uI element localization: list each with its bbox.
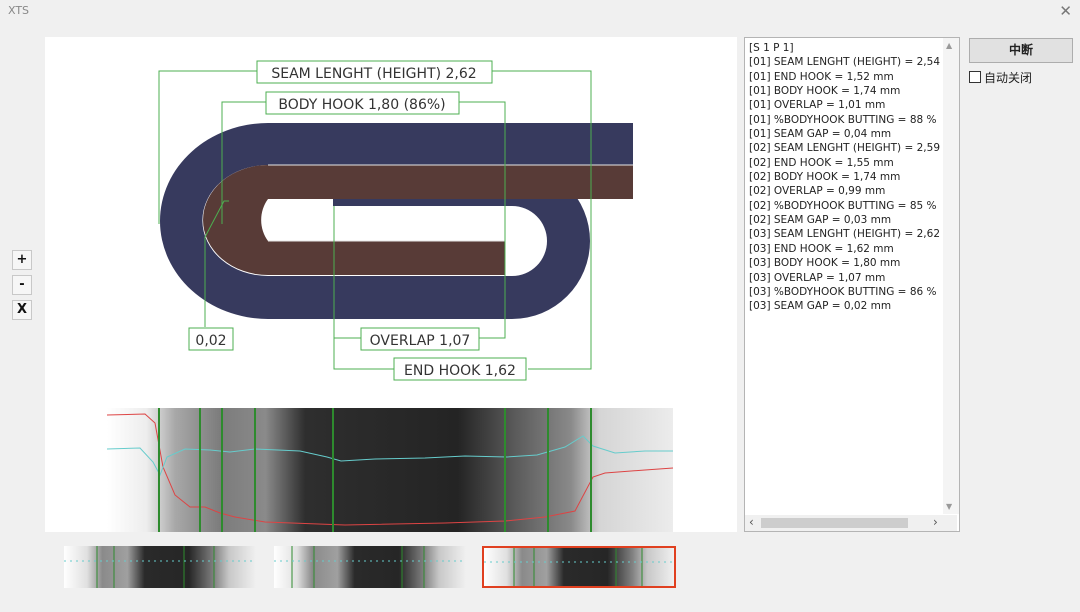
log-line: [02] END HOOK = 1,55 mm xyxy=(749,156,894,169)
scroll-right-icon[interactable]: › xyxy=(933,515,938,529)
log-horizontal-scrollbar[interactable]: ‹ › xyxy=(745,515,957,531)
measurement-log-text: [S 1 P 1] [01] SEAM LENGHT (HEIGHT) = 2,5… xyxy=(749,41,941,513)
log-line: [02] %BODYHOOK BUTTING = 85 % xyxy=(749,199,937,212)
scroll-down-icon[interactable]: ▼ xyxy=(946,502,952,511)
measurement-log[interactable]: [S 1 P 1] [01] SEAM LENGHT (HEIGHT) = 2,5… xyxy=(744,37,960,532)
reset-zoom-button[interactable]: X xyxy=(12,300,32,320)
log-line: [03] BODY HOOK = 1,80 mm xyxy=(749,257,901,270)
log-line: [01] SEAM GAP = 0,04 mm xyxy=(749,128,892,141)
auto-close-label: 自动关闭 xyxy=(984,71,1033,85)
seam-cross-section-diagram: SEAM LENGHT (HEIGHT) 2,62 BODY HOOK 1,80… xyxy=(106,60,674,532)
svg-text:BODY HOOK 1,80 (86%): BODY HOOK 1,80 (86%) xyxy=(278,97,445,113)
log-line: [01] BODY HOOK = 1,74 mm xyxy=(749,85,901,98)
thumbnail-1[interactable] xyxy=(64,546,256,588)
horizontal-scroll-thumb[interactable] xyxy=(761,518,908,528)
label-body-hook: BODY HOOK 1,80 (86%) xyxy=(265,91,460,115)
thumbnail-scan-image xyxy=(484,548,674,586)
window-title: XTS xyxy=(8,4,30,17)
scroll-up-icon[interactable]: ▲ xyxy=(946,41,952,50)
auto-close-checkbox[interactable]: 自动关闭 xyxy=(969,69,1032,86)
thumbnail-scan-image xyxy=(64,546,256,588)
zoom-out-button[interactable]: - xyxy=(12,275,32,295)
title-bar: XTS ✕ xyxy=(0,0,1080,24)
log-line: [03] %BODYHOOK BUTTING = 86 % xyxy=(749,285,937,298)
log-line: [02] SEAM GAP = 0,03 mm xyxy=(749,214,892,227)
log-line: [02] SEAM LENGHT (HEIGHT) = 2,59 xyxy=(749,142,941,155)
log-line: [02] OVERLAP = 0,99 mm xyxy=(749,185,886,198)
log-line: [01] SEAM LENGHT (HEIGHT) = 2,54 xyxy=(749,56,941,69)
log-line: [03] SEAM GAP = 0,02 mm xyxy=(749,300,892,313)
seam-diagram-canvas: SEAM LENGHT (HEIGHT) 2,62 BODY HOOK 1,80… xyxy=(45,37,737,532)
thumbnail-2[interactable] xyxy=(274,546,466,588)
close-icon[interactable]: ✕ xyxy=(1059,2,1072,20)
log-line: [03] END HOOK = 1,62 mm xyxy=(749,242,894,255)
log-line: [01] OVERLAP = 1,01 mm xyxy=(749,99,886,112)
log-vertical-scrollbar[interactable]: ▲ ▼ xyxy=(943,38,959,514)
label-overlap: OVERLAP 1,07 xyxy=(360,327,480,351)
label-end-hook: END HOOK 1,62 xyxy=(393,357,527,381)
thumbnail-3-selected[interactable] xyxy=(482,546,676,588)
svg-text:0,02: 0,02 xyxy=(195,333,226,349)
svg-text:SEAM LENGHT (HEIGHT) 2,62: SEAM LENGHT (HEIGHT) 2,62 xyxy=(271,66,476,82)
label-seam-gap: 0,02 xyxy=(188,327,234,351)
label-seam-length: SEAM LENGHT (HEIGHT) 2,62 xyxy=(256,60,493,84)
stop-button[interactable]: 中断 xyxy=(969,38,1073,63)
checkbox-icon[interactable] xyxy=(969,71,981,83)
log-line: [01] END HOOK = 1,52 mm xyxy=(749,70,894,83)
log-line: [S 1 P 1] xyxy=(749,42,794,54)
svg-text:OVERLAP 1,07: OVERLAP 1,07 xyxy=(370,333,471,349)
log-line: [02] BODY HOOK = 1,74 mm xyxy=(749,171,901,184)
log-line: [01] %BODYHOOK BUTTING = 88 % xyxy=(749,113,937,126)
scroll-left-icon[interactable]: ‹ xyxy=(749,515,754,529)
xray-scan-image xyxy=(106,408,674,532)
log-line: [03] SEAM LENGHT (HEIGHT) = 2,62 xyxy=(749,228,941,241)
thumbnail-scan-image xyxy=(274,546,466,588)
log-line: [03] OVERLAP = 1,07 mm xyxy=(749,271,886,284)
svg-text:END HOOK 1,62: END HOOK 1,62 xyxy=(404,363,516,379)
zoom-in-button[interactable]: + xyxy=(12,250,32,270)
